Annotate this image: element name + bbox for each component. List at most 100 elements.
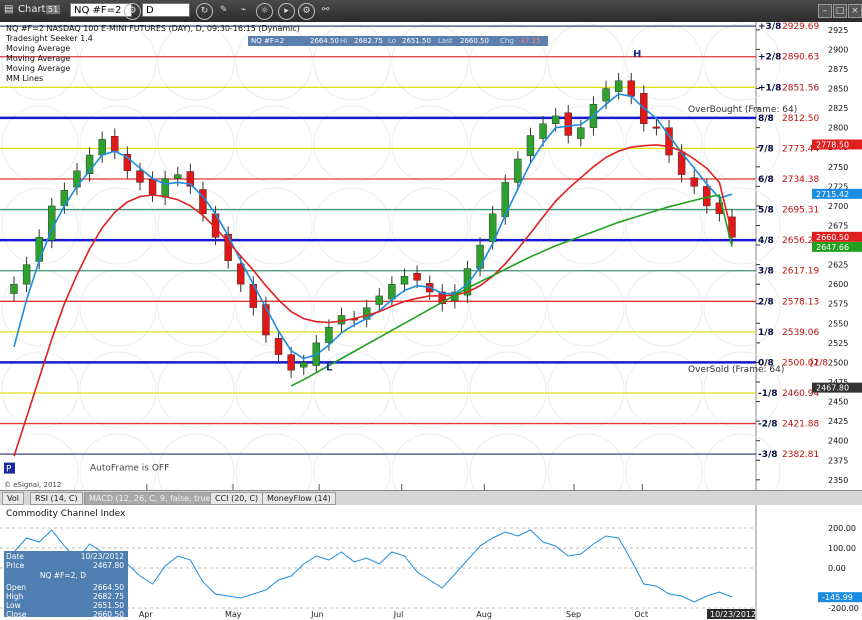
data-label: Close (6, 610, 27, 619)
mm-line-label: 3/8 (758, 267, 774, 277)
cci-tick-label: 200.00 (828, 524, 856, 533)
symbol-options-icon[interactable]: ⚙ (124, 3, 141, 20)
close-icon[interactable]: × (848, 4, 862, 18)
y-tick-label: 2825 (828, 104, 848, 113)
mm-line-value: 2617.19 (782, 267, 819, 277)
candle-body (690, 177, 698, 187)
quote-low-label: Lo (388, 37, 397, 45)
price-chart[interactable]: 2350237524002425245024752500252525502575… (0, 22, 862, 490)
y-tick-label: 2625 (828, 261, 848, 270)
candle-body (375, 295, 383, 305)
data-label: Price (6, 561, 25, 570)
mm-line-label: +2/8 (758, 53, 781, 63)
candle-body (22, 264, 31, 285)
cci-chart[interactable]: Commodity Channel Index -200.00 0.00 100.00… (0, 505, 862, 620)
data-row-symbol: NQ #F=2, D (6, 571, 126, 580)
mm-line-label: -3/8 (758, 450, 778, 460)
data-label: Open (6, 583, 27, 592)
candle-body (35, 237, 43, 262)
quote-open: 2664.50 (310, 37, 339, 45)
y-tick-label: 2700 (828, 202, 848, 211)
data-value: 2664.50 (92, 583, 124, 592)
mm-line-label: 1/8 (758, 328, 774, 338)
tab-vol[interactable]: Vol (2, 492, 24, 505)
candle-body (564, 112, 572, 136)
candle-body (526, 135, 535, 157)
mm-line-value: 2929.69 (782, 22, 819, 32)
y-tick-label: 2425 (828, 417, 848, 426)
candle-body (602, 88, 610, 102)
cci-tick-label: 0.00 (828, 564, 846, 573)
y-tick-label: 2850 (828, 85, 848, 94)
minimize-icon[interactable]: – (818, 4, 832, 18)
data-label: Low (6, 601, 21, 610)
candle-body (287, 354, 295, 371)
period-marker: P (6, 465, 12, 475)
quote-high: 2682.75 (354, 37, 383, 45)
quote-low: 2651.50 (402, 37, 431, 45)
data-value: 2660.50 (92, 610, 124, 619)
candle-body (274, 337, 283, 355)
mm-line-label: 6/8 (758, 175, 774, 185)
quote-last: 2660.50 (460, 37, 489, 45)
y-tick-label: 2875 (828, 65, 848, 74)
symbol-input[interactable]: NQ #F=2 (70, 3, 132, 17)
candle-body (161, 178, 169, 198)
interval-select[interactable]: D (142, 3, 190, 17)
candle-body (400, 276, 409, 285)
quote-change: -37.25 (518, 37, 541, 45)
data-row-low: Low 2651.50 (6, 601, 126, 610)
y-tick-label: 2400 (828, 437, 848, 446)
data-value: 2651.50 (92, 601, 124, 610)
tools-icon[interactable]: ⚙ (298, 3, 315, 20)
mm-line-value: 2812.50 (782, 114, 819, 124)
candle-body (325, 327, 333, 344)
x-tick-label: Oct (634, 610, 648, 619)
tab-cci[interactable]: CCI (20, C) (210, 492, 264, 505)
tab-rsi[interactable]: RSI (14, C) (30, 492, 83, 505)
y-tick-label: 2925 (828, 26, 848, 35)
cci-tick-label: -200.00 (828, 604, 859, 613)
candle-body (388, 283, 396, 300)
cci-tick-label: 100.00 (828, 544, 856, 553)
candle-body (174, 174, 182, 179)
data-row-open: Open 2664.50 (6, 583, 126, 592)
cci-axis-background (756, 505, 862, 620)
mm-line-value: 2539.06 (782, 328, 819, 338)
y-tick-label: 2500 (828, 358, 848, 367)
data-row-date: Date 10/23/2012 (6, 552, 126, 561)
restore-icon[interactable]: □ (833, 4, 847, 18)
candle-body (136, 170, 144, 183)
data-label: Date (6, 552, 24, 561)
candle-body (148, 179, 157, 195)
refresh-icon[interactable]: ↻ (196, 3, 213, 20)
mm-line-label: -2/8 (758, 420, 778, 430)
draw-pencil-icon[interactable]: ✎ (216, 3, 231, 18)
autoframe-label: AutoFrame is OFF (90, 463, 169, 473)
y-tick-label: 2800 (828, 124, 848, 133)
y-tick-label: 2675 (828, 221, 848, 230)
study-label: Moving Average (6, 54, 71, 63)
mm-line-label: 4/8 (758, 236, 774, 246)
overbought-label: OverBought (Frame: 64) (688, 105, 797, 115)
y-tick-label: 2575 (828, 300, 848, 309)
mm-line-value: 2382.81 (782, 450, 819, 460)
quote-symbol: NQ #F=2 (251, 37, 285, 45)
quote-chg-label: Chg (500, 37, 514, 45)
link-icon[interactable]: ⌁ (236, 3, 251, 18)
chart-settings-icon[interactable]: ☼ (256, 3, 273, 20)
link-chain-icon[interactable]: ⚯ (318, 3, 333, 18)
candle-body (300, 362, 308, 368)
quote-last-label: Last (438, 37, 453, 45)
y-tick-label: 2375 (828, 456, 848, 465)
window-badge: 51 (46, 5, 61, 14)
mm-line-value: 2851.56 (782, 83, 819, 93)
cci-title: Commodity Channel Index (6, 509, 126, 519)
candle-body (413, 273, 421, 281)
study-tabs: Vol RSI (14, C) MACD (12, 26, C, 9, fals… (0, 490, 862, 506)
tab-macd[interactable]: MACD (12, 26, C, 9, false, true) (84, 492, 219, 505)
data-row-high: High 2682.75 (6, 592, 126, 601)
play-icon[interactable]: ▸ (278, 3, 295, 20)
mm-line-label: -1/8 (758, 389, 778, 399)
tab-moneyflow[interactable]: MoneyFlow (14) (262, 492, 336, 505)
